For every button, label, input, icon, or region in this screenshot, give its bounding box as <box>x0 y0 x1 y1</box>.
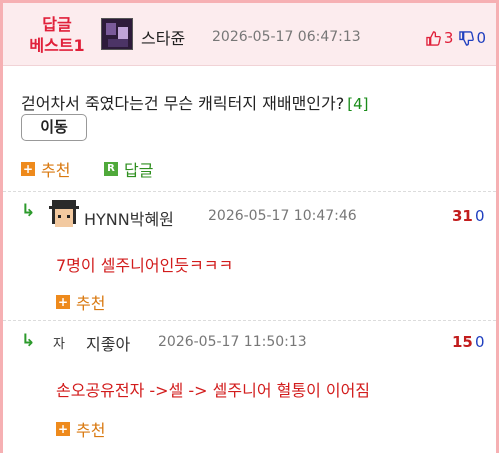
reply-label: 답글 <box>124 161 154 180</box>
reply-count[interactable]: [4] <box>347 95 368 113</box>
upvote-count: 3 <box>443 29 454 47</box>
recommend-label: 추천 <box>76 294 106 313</box>
divider <box>3 320 496 321</box>
post-date: 2026-05-17 06:47:13 <box>212 29 361 45</box>
recommend-button[interactable]: + 추천 <box>21 157 70 181</box>
downvote-count: 0 <box>476 29 486 47</box>
reply-arrow-icon: ↳ <box>21 201 36 221</box>
reply-text: 7명이 셀주니어인듯ㅋㅋㅋ <box>56 256 234 275</box>
plus-icon: + <box>56 295 70 309</box>
best-reply-header: 답글 베스트1 스타쥰 2026-05-17 06:47:13 3 0 <box>3 3 496 66</box>
reply-date: 2026-05-17 11:50:13 <box>158 334 307 350</box>
avatar[interactable]: 자 <box>53 333 65 352</box>
reply-r-icon: R <box>104 162 118 176</box>
reply-button[interactable]: R 답글 <box>104 157 153 181</box>
thumbs-up-icon[interactable] <box>426 30 441 46</box>
reply-text: 손오공유전자 ->셀 -> 셀주니어 혈통이 이어짐 <box>56 381 371 400</box>
move-button[interactable]: 이동 <box>21 114 87 141</box>
recommend-button[interactable]: + 추천 <box>56 417 105 441</box>
reply-nickname[interactable]: 지좋아 <box>86 331 130 355</box>
divider <box>3 191 496 192</box>
reply-nickname[interactable]: HYNN박혜원 <box>84 206 174 230</box>
reply-downvote-count: 0 <box>475 333 485 351</box>
recommend-label: 추천 <box>41 161 71 180</box>
author-nickname[interactable]: 스타쥰 <box>141 25 185 49</box>
comment-text: 걷어차서 죽였다는건 무슨 캐릭터지 재배맨인가? <box>21 94 345 113</box>
vote-box: 3 0 <box>426 29 486 47</box>
reply-arrow-icon: ↳ <box>21 331 36 351</box>
comment-text-line: 걷어차서 죽였다는건 무슨 캐릭터지 재배맨인가? [4] <box>21 90 369 114</box>
avatar[interactable] <box>49 200 79 230</box>
badge-line-1: 답글 <box>42 15 72 34</box>
recommend-button[interactable]: + 추천 <box>56 290 105 314</box>
reply-upvote-count: 31 <box>452 207 473 225</box>
reply-upvote-count: 15 <box>452 333 473 351</box>
thumbs-down-icon[interactable] <box>459 30 475 46</box>
recommend-label: 추천 <box>76 421 106 440</box>
reply-date: 2026-05-17 10:47:46 <box>208 208 357 224</box>
badge-line-2: 베스트1 <box>29 36 85 55</box>
avatar[interactable] <box>101 18 133 50</box>
best-reply-badge: 답글 베스트1 <box>17 14 97 56</box>
plus-icon: + <box>56 422 70 436</box>
reply-downvote-count: 0 <box>475 207 485 225</box>
plus-icon: + <box>21 162 35 176</box>
